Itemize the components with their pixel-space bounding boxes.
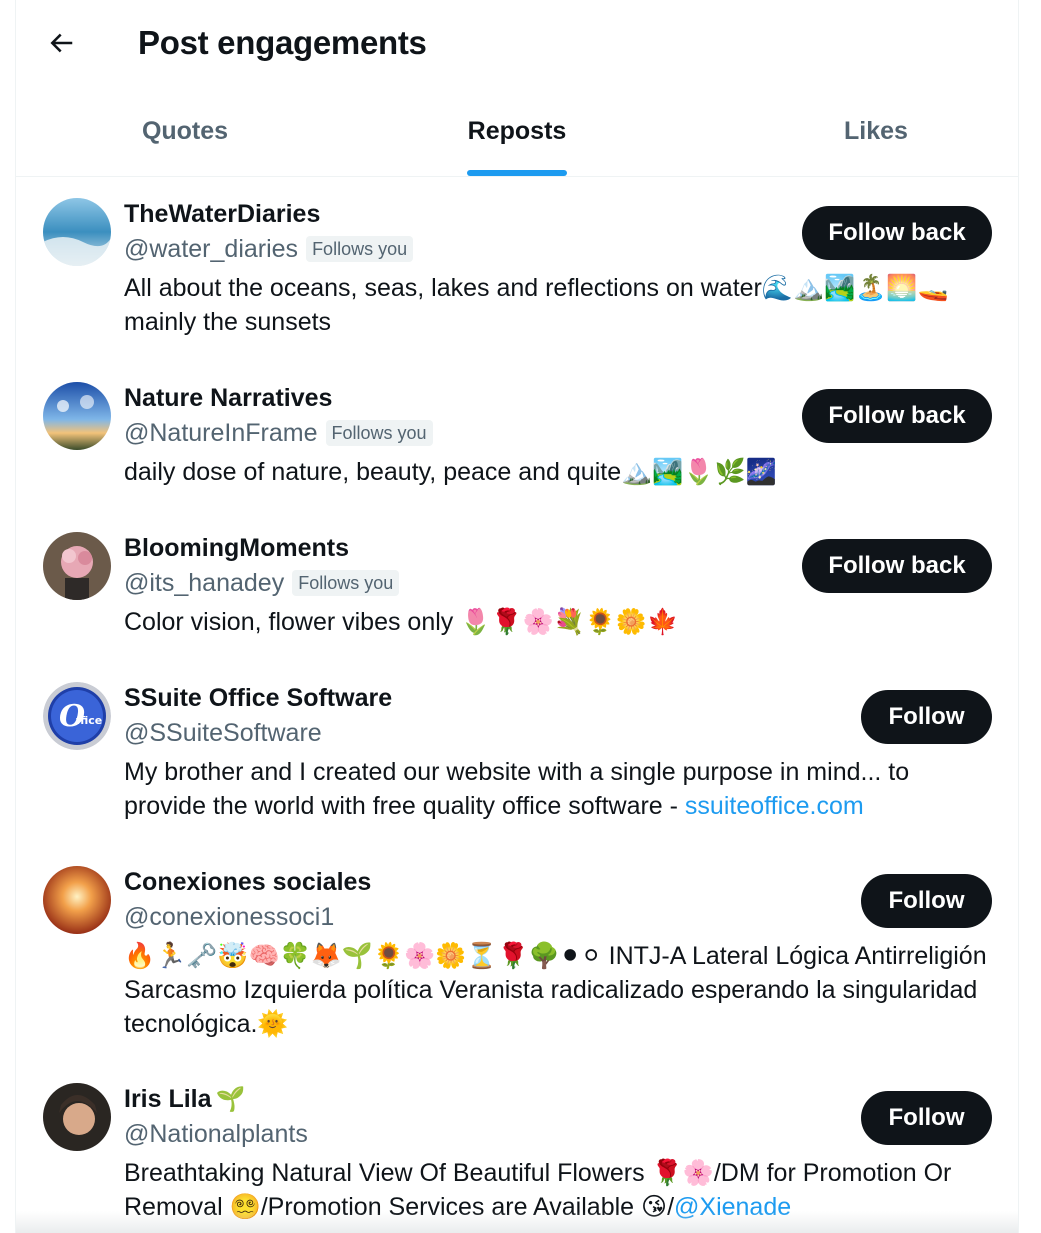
follow-button[interactable]: Follow	[861, 1091, 992, 1145]
arrow-left-icon	[50, 33, 73, 53]
follow-button[interactable]: Follow	[861, 874, 992, 928]
user-cell[interactable]: Nature Narratives @NatureInFrame Follows…	[16, 382, 1018, 502]
user-cell[interactable]: TheWaterDiaries @water_diaries Follows y…	[16, 198, 1018, 368]
bio-link[interactable]: ssuiteoffice.com	[685, 792, 864, 820]
avatar[interactable]	[43, 532, 111, 600]
user-bio: Color vision, flower vibes only 🌷🌹🌸💐🌻🌼🍁	[124, 608, 679, 636]
active-tab-indicator	[467, 170, 567, 176]
avatar[interactable]	[43, 198, 111, 266]
follow-back-button[interactable]: Follow back	[802, 206, 992, 260]
user-handle[interactable]: @NatureInFrame	[124, 417, 318, 449]
avatar[interactable]	[43, 1083, 111, 1151]
tab-bar: Quotes Reposts Likes	[16, 86, 1018, 177]
follows-you-badge: Follows you	[292, 570, 400, 596]
tab-likes[interactable]: Likes	[684, 86, 1018, 176]
avatar[interactable]	[43, 866, 111, 934]
follow-back-button[interactable]: Follow back	[802, 389, 992, 443]
follows-you-badge: Follows you	[325, 420, 433, 446]
avatar[interactable]	[43, 382, 111, 450]
engagements-panel: Post engagements Quotes Reposts Likes Th…	[15, 0, 1019, 1233]
back-button[interactable]	[40, 22, 82, 64]
user-cell[interactable]: O ffice SSuite Office Software @SSuiteSo…	[16, 682, 1018, 842]
user-handle[interactable]: @Nationalplants	[124, 1118, 308, 1150]
user-bio: daily dose of nature, beauty, peace and …	[124, 458, 777, 486]
tab-quotes[interactable]: Quotes	[16, 86, 350, 176]
avatar[interactable]: O ffice	[43, 682, 111, 750]
user-name[interactable]: Iris Lila	[124, 1083, 212, 1115]
seedling-icon: 🌱	[215, 1085, 246, 1113]
user-bio: 🔥🏃🗝️🤯🧠🍀🦊🌱🌻🌸🌼⏳🌹🌳⚫⚪ INTJ-A Lateral Lógica …	[124, 942, 987, 1038]
tab-reposts-label: Reposts	[467, 116, 567, 145]
user-bio: My brother and I created our website wit…	[124, 755, 954, 823]
follow-button[interactable]: Follow	[861, 690, 992, 744]
follow-back-button[interactable]: Follow back	[802, 539, 992, 593]
page-header: Post engagements	[16, 0, 1018, 86]
tab-reposts[interactable]: Reposts	[350, 86, 684, 176]
user-bio: All about the oceans, seas, lakes and re…	[124, 274, 949, 336]
page-title: Post engagements	[138, 24, 427, 61]
tab-quotes-label: Quotes	[141, 116, 229, 145]
user-handle[interactable]: @SSuiteSoftware	[124, 717, 322, 749]
user-handle[interactable]: @conexionessoci1	[124, 901, 334, 933]
user-handle[interactable]: @water_diaries	[124, 233, 298, 265]
tab-likes-label: Likes	[844, 116, 908, 145]
user-cell[interactable]: Conexiones sociales @conexionessoci1 🔥🏃🗝…	[16, 866, 1018, 1066]
follows-you-badge: Follows you	[306, 236, 414, 262]
scroll-fade	[16, 1211, 1018, 1233]
svg-text:ffice: ffice	[76, 714, 102, 727]
user-cell[interactable]: BloomingMoments @its_hanadey Follows you…	[16, 532, 1018, 652]
user-handle[interactable]: @its_hanadey	[124, 567, 284, 599]
